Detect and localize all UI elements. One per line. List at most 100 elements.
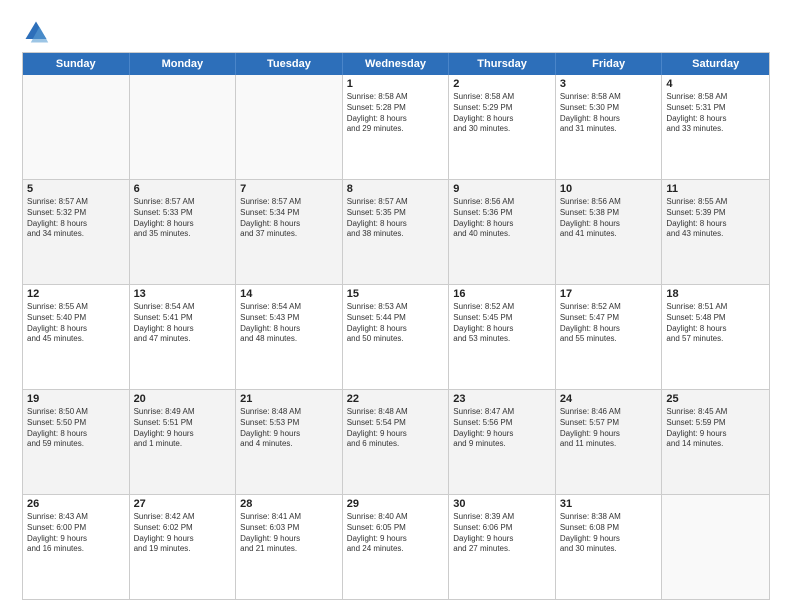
calendar-cell: 4Sunrise: 8:58 AMSunset: 5:31 PMDaylight…	[662, 75, 769, 179]
cell-line: Sunset: 6:02 PM	[134, 523, 232, 534]
calendar-cell: 31Sunrise: 8:38 AMSunset: 6:08 PMDayligh…	[556, 495, 663, 599]
cell-line: and 59 minutes.	[27, 439, 125, 450]
cell-line: Sunset: 5:32 PM	[27, 208, 125, 219]
cell-line: Daylight: 8 hours	[240, 219, 338, 230]
calendar-cell: 9Sunrise: 8:56 AMSunset: 5:36 PMDaylight…	[449, 180, 556, 284]
calendar-cell	[23, 75, 130, 179]
calendar-header-day: Tuesday	[236, 53, 343, 75]
day-number: 10	[560, 183, 658, 195]
calendar-header-day: Friday	[556, 53, 663, 75]
cell-line: Sunset: 5:39 PM	[666, 208, 765, 219]
day-number: 6	[134, 183, 232, 195]
cell-line: Sunset: 6:03 PM	[240, 523, 338, 534]
cell-line: Sunset: 5:36 PM	[453, 208, 551, 219]
cell-line: and 9 minutes.	[453, 439, 551, 450]
cell-line: and 53 minutes.	[453, 334, 551, 345]
cell-line: and 29 minutes.	[347, 124, 445, 135]
day-number: 3	[560, 78, 658, 90]
calendar-cell: 18Sunrise: 8:51 AMSunset: 5:48 PMDayligh…	[662, 285, 769, 389]
cell-line: and 27 minutes.	[453, 544, 551, 555]
day-number: 4	[666, 78, 765, 90]
cell-line: Sunset: 5:28 PM	[347, 103, 445, 114]
cell-line: Sunset: 6:08 PM	[560, 523, 658, 534]
calendar-cell: 16Sunrise: 8:52 AMSunset: 5:45 PMDayligh…	[449, 285, 556, 389]
day-number: 22	[347, 393, 445, 405]
cell-line: Sunrise: 8:48 AM	[347, 407, 445, 418]
cell-line: Sunset: 5:34 PM	[240, 208, 338, 219]
cell-line: and 57 minutes.	[666, 334, 765, 345]
cell-line: Sunrise: 8:57 AM	[347, 197, 445, 208]
day-number: 11	[666, 183, 765, 195]
cell-line: Sunrise: 8:38 AM	[560, 512, 658, 523]
calendar-header: SundayMondayTuesdayWednesdayThursdayFrid…	[23, 53, 769, 75]
calendar-cell: 14Sunrise: 8:54 AMSunset: 5:43 PMDayligh…	[236, 285, 343, 389]
cell-line: and 48 minutes.	[240, 334, 338, 345]
cell-line: Daylight: 8 hours	[240, 324, 338, 335]
day-number: 26	[27, 498, 125, 510]
cell-line: Sunset: 5:29 PM	[453, 103, 551, 114]
cell-line: Daylight: 8 hours	[347, 219, 445, 230]
calendar-header-day: Wednesday	[343, 53, 450, 75]
cell-line: Sunrise: 8:56 AM	[453, 197, 551, 208]
cell-line: Daylight: 8 hours	[666, 114, 765, 125]
cell-line: Daylight: 9 hours	[347, 429, 445, 440]
cell-line: Daylight: 8 hours	[134, 219, 232, 230]
cell-line: Sunset: 5:53 PM	[240, 418, 338, 429]
calendar-cell: 19Sunrise: 8:50 AMSunset: 5:50 PMDayligh…	[23, 390, 130, 494]
cell-line: Daylight: 8 hours	[347, 114, 445, 125]
day-number: 14	[240, 288, 338, 300]
calendar-cell	[236, 75, 343, 179]
cell-line: Sunset: 5:38 PM	[560, 208, 658, 219]
cell-line: Sunrise: 8:53 AM	[347, 302, 445, 313]
cell-line: Sunrise: 8:48 AM	[240, 407, 338, 418]
cell-line: and 30 minutes.	[453, 124, 551, 135]
cell-line: Daylight: 8 hours	[666, 219, 765, 230]
cell-line: Sunrise: 8:52 AM	[453, 302, 551, 313]
cell-line: Sunrise: 8:52 AM	[560, 302, 658, 313]
cell-line: Sunrise: 8:42 AM	[134, 512, 232, 523]
calendar-cell: 2Sunrise: 8:58 AMSunset: 5:29 PMDaylight…	[449, 75, 556, 179]
cell-line: Daylight: 9 hours	[666, 429, 765, 440]
cell-line: Daylight: 9 hours	[134, 429, 232, 440]
cell-line: Sunrise: 8:51 AM	[666, 302, 765, 313]
cell-line: Sunset: 5:33 PM	[134, 208, 232, 219]
cell-line: Sunrise: 8:58 AM	[453, 92, 551, 103]
calendar-cell: 23Sunrise: 8:47 AMSunset: 5:56 PMDayligh…	[449, 390, 556, 494]
cell-line: Daylight: 9 hours	[560, 534, 658, 545]
cell-line: Sunset: 5:30 PM	[560, 103, 658, 114]
cell-line: Daylight: 8 hours	[347, 324, 445, 335]
calendar-cell: 29Sunrise: 8:40 AMSunset: 6:05 PMDayligh…	[343, 495, 450, 599]
cell-line: Daylight: 8 hours	[27, 219, 125, 230]
cell-line: Sunset: 6:05 PM	[347, 523, 445, 534]
cell-line: and 41 minutes.	[560, 229, 658, 240]
cell-line: Sunset: 5:50 PM	[27, 418, 125, 429]
day-number: 12	[27, 288, 125, 300]
cell-line: Sunrise: 8:54 AM	[240, 302, 338, 313]
calendar-cell: 17Sunrise: 8:52 AMSunset: 5:47 PMDayligh…	[556, 285, 663, 389]
cell-line: Sunrise: 8:55 AM	[666, 197, 765, 208]
cell-line: Daylight: 9 hours	[560, 429, 658, 440]
cell-line: and 14 minutes.	[666, 439, 765, 450]
cell-line: Daylight: 9 hours	[240, 429, 338, 440]
logo-icon	[22, 18, 50, 46]
cell-line: Daylight: 9 hours	[453, 534, 551, 545]
cell-line: and 34 minutes.	[27, 229, 125, 240]
cell-line: Sunrise: 8:39 AM	[453, 512, 551, 523]
day-number: 29	[347, 498, 445, 510]
calendar-cell: 3Sunrise: 8:58 AMSunset: 5:30 PMDaylight…	[556, 75, 663, 179]
calendar-cell: 8Sunrise: 8:57 AMSunset: 5:35 PMDaylight…	[343, 180, 450, 284]
calendar-cell: 11 Sunrise: 8:55 AMSunset: 5:39 PMDayligh…	[662, 180, 769, 284]
calendar-cell: 28Sunrise: 8:41 AMSunset: 6:03 PMDayligh…	[236, 495, 343, 599]
cell-line: Sunset: 6:00 PM	[27, 523, 125, 534]
cell-line: Sunrise: 8:49 AM	[134, 407, 232, 418]
calendar-cell: 15Sunrise: 8:53 AMSunset: 5:44 PMDayligh…	[343, 285, 450, 389]
cell-line: Sunset: 5:54 PM	[347, 418, 445, 429]
calendar-cell: 24Sunrise: 8:46 AMSunset: 5:57 PMDayligh…	[556, 390, 663, 494]
cell-line: Sunrise: 8:43 AM	[27, 512, 125, 523]
cell-line: Sunset: 5:44 PM	[347, 313, 445, 324]
cell-line: Sunset: 5:56 PM	[453, 418, 551, 429]
cell-line: Sunrise: 8:54 AM	[134, 302, 232, 313]
cell-line: Daylight: 9 hours	[27, 534, 125, 545]
cell-line: Daylight: 8 hours	[560, 219, 658, 230]
cell-line: and 40 minutes.	[453, 229, 551, 240]
